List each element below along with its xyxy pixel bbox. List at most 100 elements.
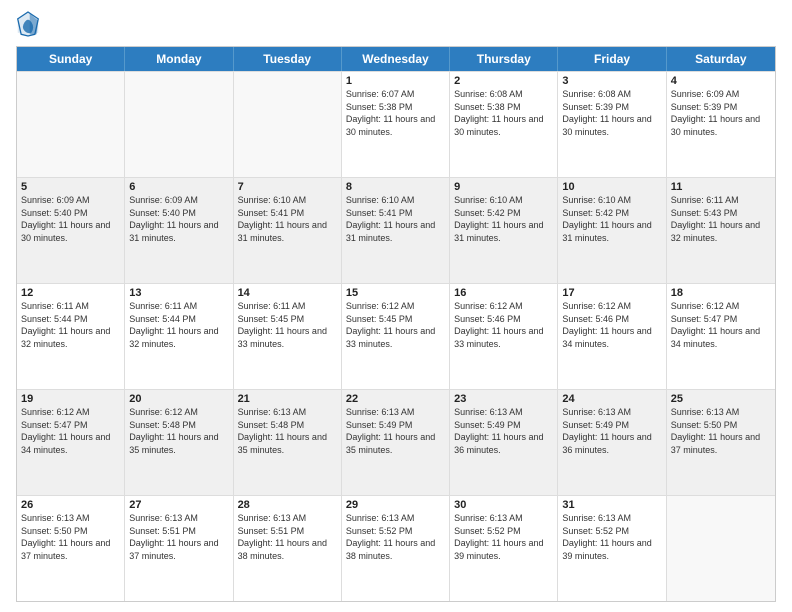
day-number: 27 xyxy=(129,499,228,511)
cell-text: Sunrise: 6:13 AMSunset: 5:50 PMDaylight:… xyxy=(671,406,771,456)
calendar-cell: 26Sunrise: 6:13 AMSunset: 5:50 PMDayligh… xyxy=(17,496,125,601)
day-number: 15 xyxy=(346,287,445,299)
calendar-cell xyxy=(17,72,125,177)
cell-text: Sunrise: 6:13 AMSunset: 5:52 PMDaylight:… xyxy=(346,512,445,562)
calendar-cell xyxy=(125,72,233,177)
day-number: 20 xyxy=(129,393,228,405)
cell-text: Sunrise: 6:12 AMSunset: 5:47 PMDaylight:… xyxy=(671,300,771,350)
calendar-cell: 24Sunrise: 6:13 AMSunset: 5:49 PMDayligh… xyxy=(558,390,666,495)
day-number: 4 xyxy=(671,75,771,87)
calendar-cell: 1Sunrise: 6:07 AMSunset: 5:38 PMDaylight… xyxy=(342,72,450,177)
calendar-row: 19Sunrise: 6:12 AMSunset: 5:47 PMDayligh… xyxy=(17,389,775,495)
calendar-row: 26Sunrise: 6:13 AMSunset: 5:50 PMDayligh… xyxy=(17,495,775,601)
cell-text: Sunrise: 6:10 AMSunset: 5:41 PMDaylight:… xyxy=(346,194,445,244)
calendar-cell: 25Sunrise: 6:13 AMSunset: 5:50 PMDayligh… xyxy=(667,390,775,495)
calendar-cell: 12Sunrise: 6:11 AMSunset: 5:44 PMDayligh… xyxy=(17,284,125,389)
calendar-cell: 13Sunrise: 6:11 AMSunset: 5:44 PMDayligh… xyxy=(125,284,233,389)
calendar: SundayMondayTuesdayWednesdayThursdayFrid… xyxy=(16,46,776,602)
day-number: 3 xyxy=(562,75,661,87)
day-number: 9 xyxy=(454,181,553,193)
calendar-cell: 11Sunrise: 6:11 AMSunset: 5:43 PMDayligh… xyxy=(667,178,775,283)
cell-text: Sunrise: 6:12 AMSunset: 5:48 PMDaylight:… xyxy=(129,406,228,456)
cell-text: Sunrise: 6:13 AMSunset: 5:52 PMDaylight:… xyxy=(454,512,553,562)
day-number: 24 xyxy=(562,393,661,405)
cell-text: Sunrise: 6:12 AMSunset: 5:47 PMDaylight:… xyxy=(21,406,120,456)
calendar-cell: 8Sunrise: 6:10 AMSunset: 5:41 PMDaylight… xyxy=(342,178,450,283)
logo xyxy=(16,10,44,38)
page: SundayMondayTuesdayWednesdayThursdayFrid… xyxy=(0,0,792,612)
day-number: 19 xyxy=(21,393,120,405)
calendar-cell: 23Sunrise: 6:13 AMSunset: 5:49 PMDayligh… xyxy=(450,390,558,495)
calendar-cell: 2Sunrise: 6:08 AMSunset: 5:38 PMDaylight… xyxy=(450,72,558,177)
day-number: 29 xyxy=(346,499,445,511)
calendar-header-cell: Thursday xyxy=(450,47,558,71)
calendar-cell: 3Sunrise: 6:08 AMSunset: 5:39 PMDaylight… xyxy=(558,72,666,177)
cell-text: Sunrise: 6:13 AMSunset: 5:51 PMDaylight:… xyxy=(129,512,228,562)
cell-text: Sunrise: 6:12 AMSunset: 5:46 PMDaylight:… xyxy=(454,300,553,350)
cell-text: Sunrise: 6:13 AMSunset: 5:49 PMDaylight:… xyxy=(346,406,445,456)
logo-icon xyxy=(16,10,40,38)
calendar-row: 1Sunrise: 6:07 AMSunset: 5:38 PMDaylight… xyxy=(17,71,775,177)
day-number: 2 xyxy=(454,75,553,87)
calendar-cell: 21Sunrise: 6:13 AMSunset: 5:48 PMDayligh… xyxy=(234,390,342,495)
day-number: 30 xyxy=(454,499,553,511)
calendar-body: 1Sunrise: 6:07 AMSunset: 5:38 PMDaylight… xyxy=(17,71,775,601)
cell-text: Sunrise: 6:11 AMSunset: 5:44 PMDaylight:… xyxy=(129,300,228,350)
calendar-header-cell: Saturday xyxy=(667,47,775,71)
cell-text: Sunrise: 6:13 AMSunset: 5:51 PMDaylight:… xyxy=(238,512,337,562)
calendar-cell: 28Sunrise: 6:13 AMSunset: 5:51 PMDayligh… xyxy=(234,496,342,601)
cell-text: Sunrise: 6:10 AMSunset: 5:41 PMDaylight:… xyxy=(238,194,337,244)
calendar-header-cell: Monday xyxy=(125,47,233,71)
calendar-cell: 27Sunrise: 6:13 AMSunset: 5:51 PMDayligh… xyxy=(125,496,233,601)
calendar-cell: 18Sunrise: 6:12 AMSunset: 5:47 PMDayligh… xyxy=(667,284,775,389)
cell-text: Sunrise: 6:08 AMSunset: 5:38 PMDaylight:… xyxy=(454,88,553,138)
day-number: 17 xyxy=(562,287,661,299)
day-number: 1 xyxy=(346,75,445,87)
calendar-row: 5 Sunrise: 6:09 AMSunset: 5:40 PMDaylight… xyxy=(17,177,775,283)
calendar-cell: 22Sunrise: 6:13 AMSunset: 5:49 PMDayligh… xyxy=(342,390,450,495)
calendar-cell: 5Sunrise: 6:09 AMSunset: 5:40 PMDaylight… xyxy=(17,178,125,283)
day-number: 16 xyxy=(454,287,553,299)
cell-text: Sunrise: 6:09 AMSunset: 5:39 PMDaylight:… xyxy=(671,88,771,138)
day-number: 22 xyxy=(346,393,445,405)
day-number: 18 xyxy=(671,287,771,299)
calendar-cell: 30Sunrise: 6:13 AMSunset: 5:52 PMDayligh… xyxy=(450,496,558,601)
cell-text: Sunrise: 6:11 AMSunset: 5:44 PMDaylight:… xyxy=(21,300,120,350)
cell-text: Sunrise: 6:08 AMSunset: 5:39 PMDaylight:… xyxy=(562,88,661,138)
day-number: 5 xyxy=(21,181,120,193)
calendar-header-cell: Friday xyxy=(558,47,666,71)
cell-text: Sunrise: 6:10 AMSunset: 5:42 PMDaylight:… xyxy=(562,194,661,244)
cell-text: Sunrise: 6:13 AMSunset: 5:50 PMDaylight:… xyxy=(21,512,120,562)
day-number: 21 xyxy=(238,393,337,405)
calendar-header-cell: Sunday xyxy=(17,47,125,71)
day-number: 26 xyxy=(21,499,120,511)
calendar-cell: 29Sunrise: 6:13 AMSunset: 5:52 PMDayligh… xyxy=(342,496,450,601)
cell-text: Sunrise: 6:09 AMSunset: 5:40 PMDaylight:… xyxy=(129,194,228,244)
day-number: 11 xyxy=(671,181,771,193)
cell-text: Sunrise: 6:13 AMSunset: 5:48 PMDaylight:… xyxy=(238,406,337,456)
day-number: 14 xyxy=(238,287,337,299)
day-number: 28 xyxy=(238,499,337,511)
cell-text: Sunrise: 6:11 AMSunset: 5:45 PMDaylight:… xyxy=(238,300,337,350)
calendar-cell xyxy=(234,72,342,177)
calendar-cell: 20Sunrise: 6:12 AMSunset: 5:48 PMDayligh… xyxy=(125,390,233,495)
calendar-cell: 4Sunrise: 6:09 AMSunset: 5:39 PMDaylight… xyxy=(667,72,775,177)
cell-text: Sunrise: 6:13 AMSunset: 5:52 PMDaylight:… xyxy=(562,512,661,562)
calendar-cell: 9Sunrise: 6:10 AMSunset: 5:42 PMDaylight… xyxy=(450,178,558,283)
cell-text: Sunrise: 6:07 AMSunset: 5:38 PMDaylight:… xyxy=(346,88,445,138)
calendar-cell: 10Sunrise: 6:10 AMSunset: 5:42 PMDayligh… xyxy=(558,178,666,283)
calendar-header-cell: Wednesday xyxy=(342,47,450,71)
day-number: 7 xyxy=(238,181,337,193)
calendar-cell: 6Sunrise: 6:09 AMSunset: 5:40 PMDaylight… xyxy=(125,178,233,283)
day-number: 25 xyxy=(671,393,771,405)
calendar-cell xyxy=(667,496,775,601)
cell-text: Sunrise: 6:10 AMSunset: 5:42 PMDaylight:… xyxy=(454,194,553,244)
cell-text: Sunrise: 6:12 AMSunset: 5:46 PMDaylight:… xyxy=(562,300,661,350)
calendar-cell: 16Sunrise: 6:12 AMSunset: 5:46 PMDayligh… xyxy=(450,284,558,389)
calendar-cell: 31Sunrise: 6:13 AMSunset: 5:52 PMDayligh… xyxy=(558,496,666,601)
calendar-header: SundayMondayTuesdayWednesdayThursdayFrid… xyxy=(17,47,775,71)
calendar-header-cell: Tuesday xyxy=(234,47,342,71)
calendar-cell: 19Sunrise: 6:12 AMSunset: 5:47 PMDayligh… xyxy=(17,390,125,495)
cell-text: Sunrise: 6:11 AMSunset: 5:43 PMDaylight:… xyxy=(671,194,771,244)
day-number: 13 xyxy=(129,287,228,299)
